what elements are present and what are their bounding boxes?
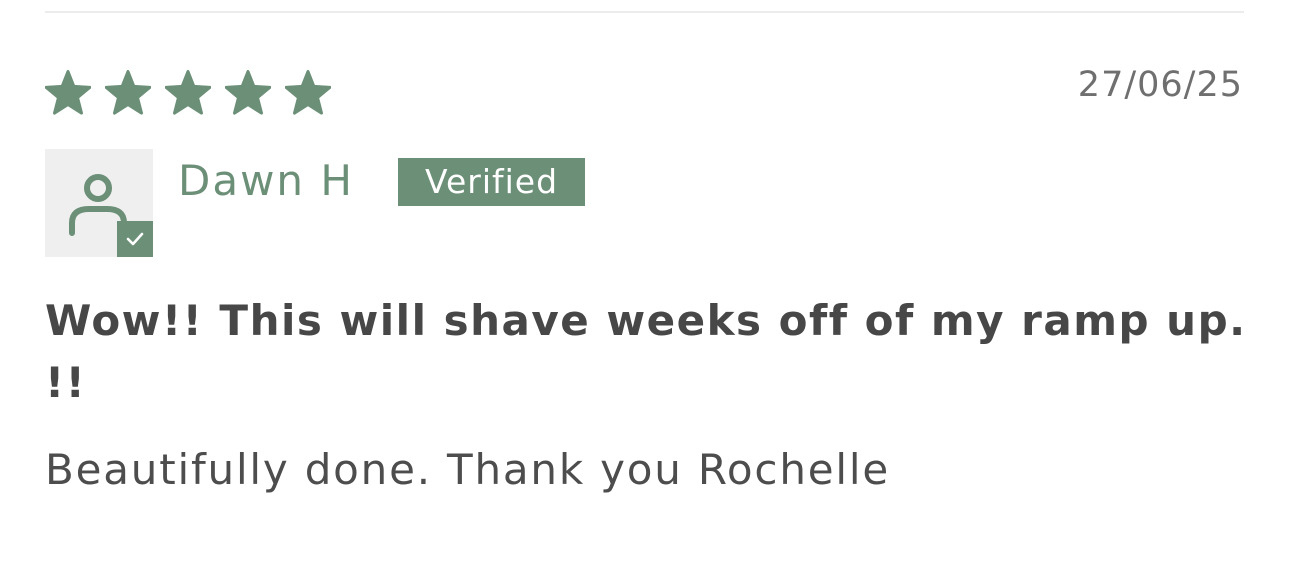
verified-badge-icon xyxy=(117,221,153,257)
review-title: Wow!! This will shave weeks off of my ra… xyxy=(45,296,1247,407)
star-icon xyxy=(45,70,91,115)
review-divider xyxy=(45,11,1244,13)
check-icon xyxy=(126,232,144,246)
review-body: Beautifully done. Thank you Rochelle xyxy=(45,445,890,494)
star-icon xyxy=(225,70,271,115)
author-name: Dawn H xyxy=(178,156,354,205)
avatar xyxy=(45,149,153,257)
verified-badge: Verified xyxy=(398,158,585,206)
star-rating xyxy=(45,70,331,116)
star-icon xyxy=(285,70,331,115)
star-icon xyxy=(165,70,211,115)
review-card: 27/06/25 Dawn H Verified Wow!! This will… xyxy=(0,0,1290,585)
star-icon xyxy=(105,70,151,115)
review-date: 27/06/25 xyxy=(1077,65,1243,105)
